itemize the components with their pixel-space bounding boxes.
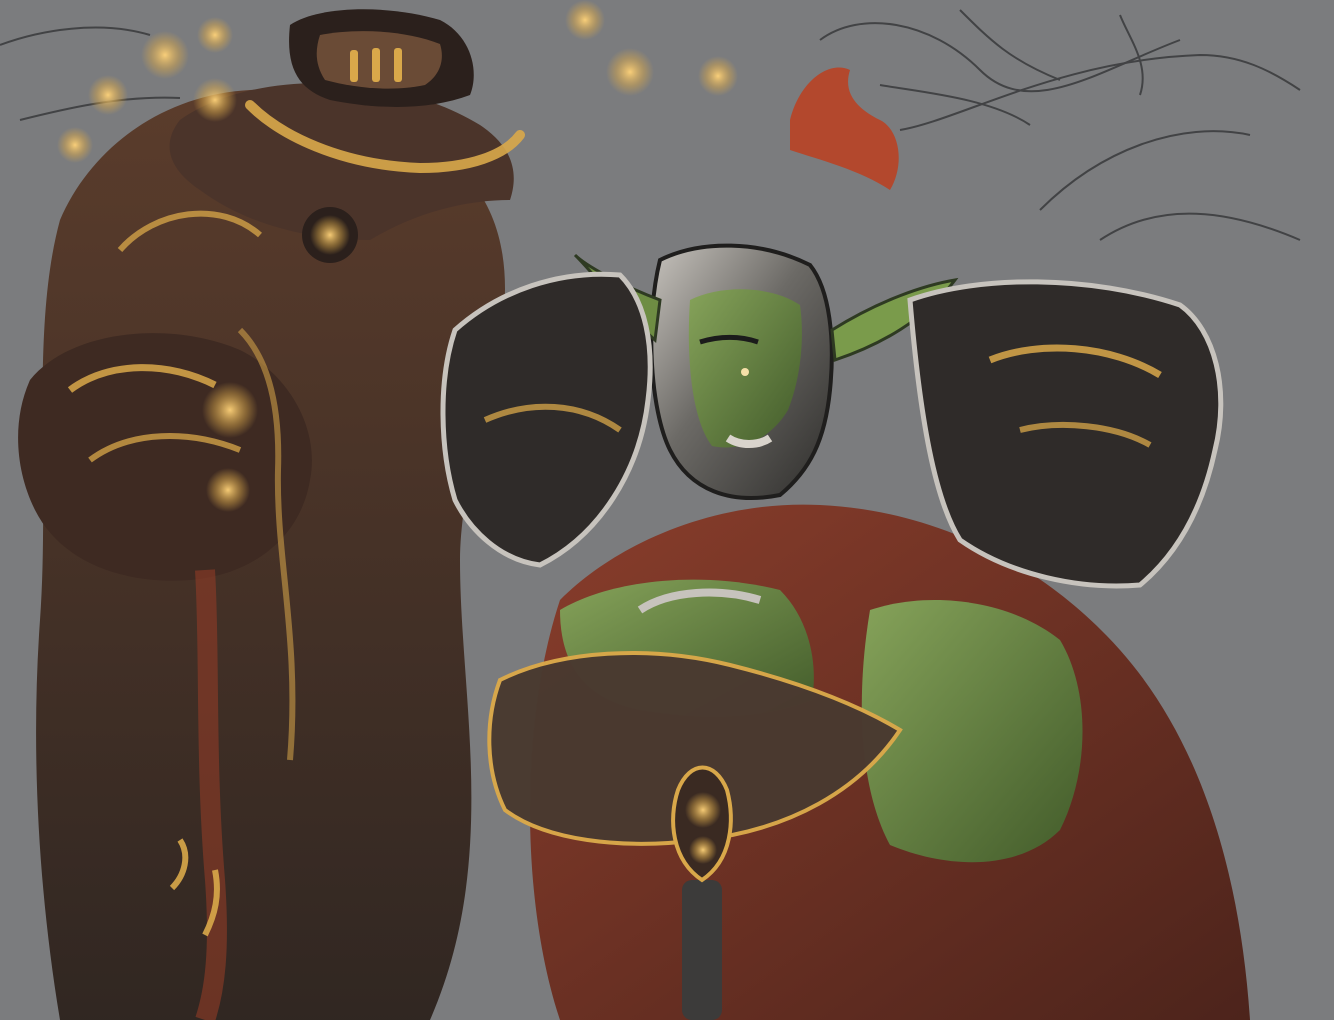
digital-painting xyxy=(0,0,1301,1020)
orc-warrior xyxy=(440,67,1250,1020)
artwork-canvas xyxy=(0,0,1334,1020)
